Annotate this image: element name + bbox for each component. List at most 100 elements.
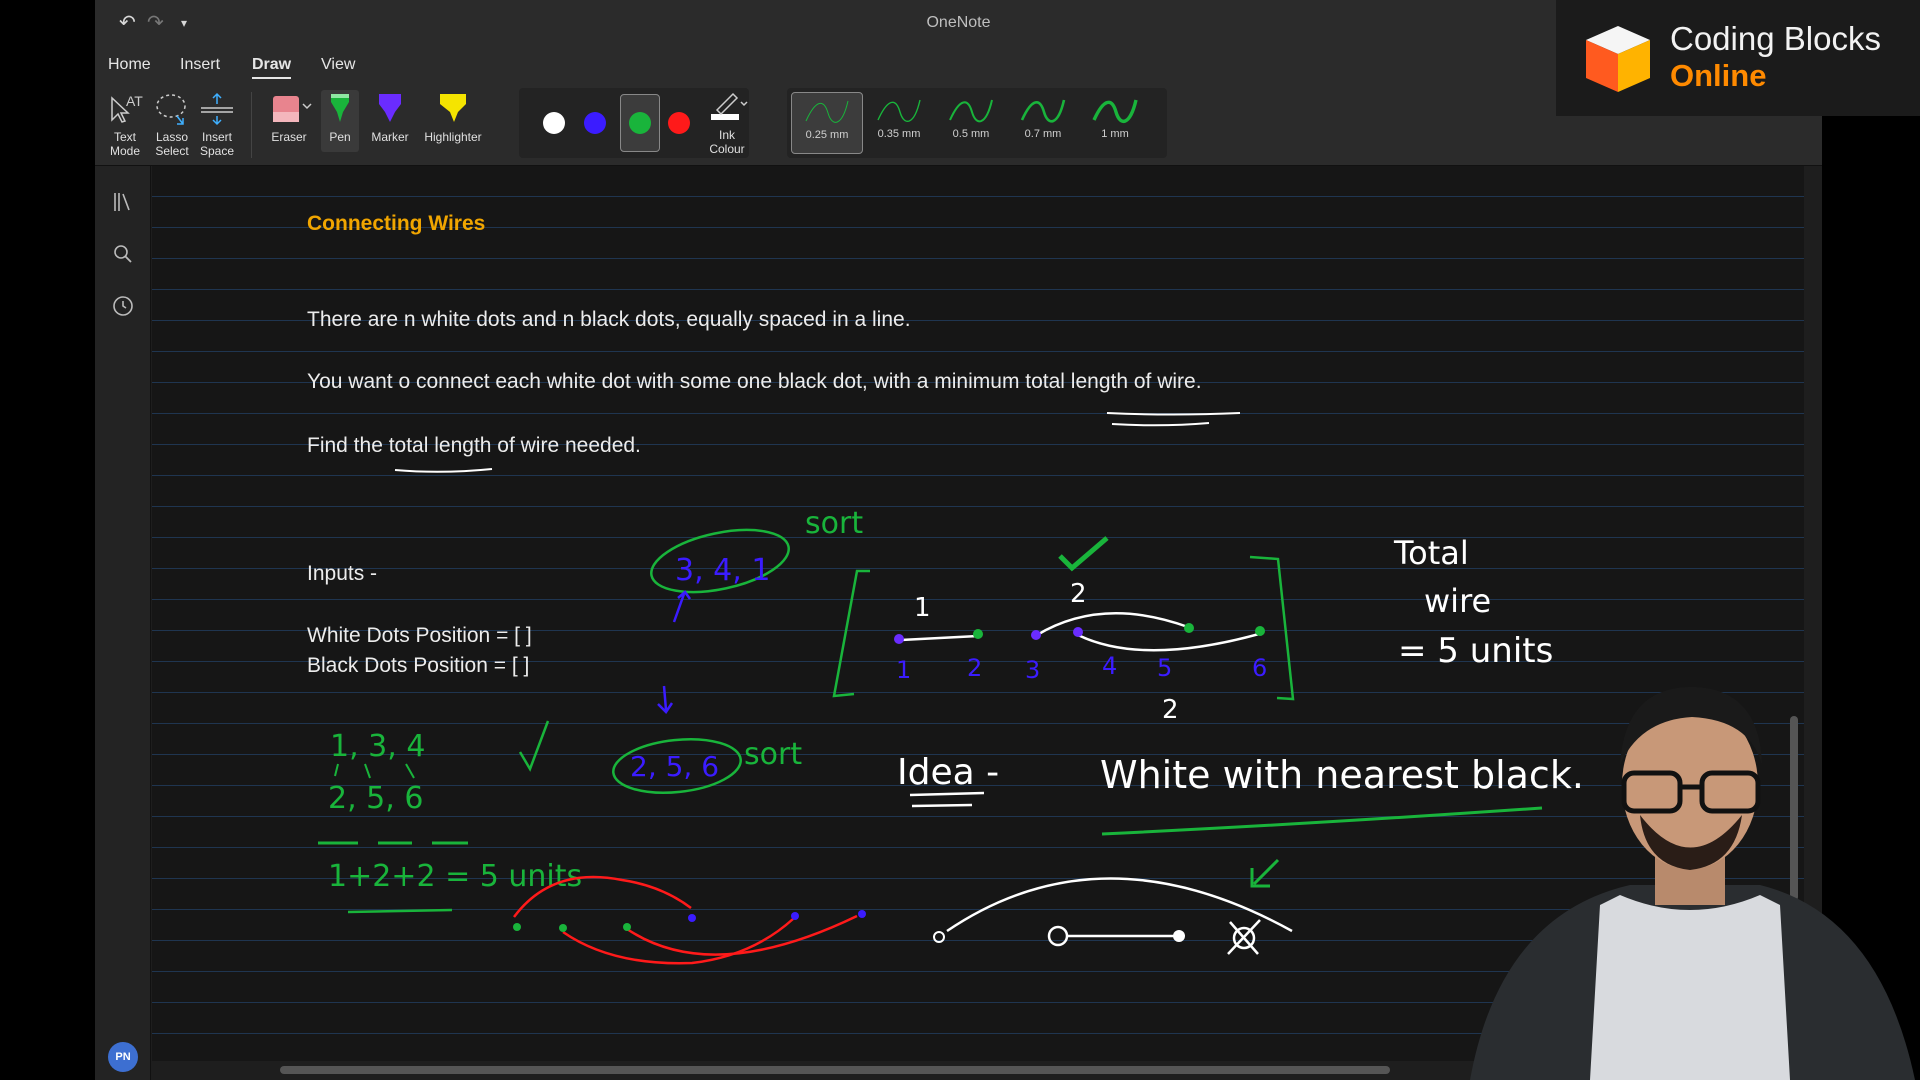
sum-underline (347, 908, 453, 914)
left-bracket (832, 569, 870, 698)
dot (858, 910, 866, 918)
dot-filled (1173, 930, 1185, 942)
wire-1 (900, 634, 979, 642)
wire-3 (1077, 632, 1260, 652)
lasso-select-button[interactable]: Lasso Select (150, 90, 194, 158)
hw-black-values: 2, 5, 6 (630, 750, 719, 783)
search-icon[interactable] (111, 242, 135, 266)
highlighter-button[interactable]: Highlighter (417, 90, 489, 144)
ribbon-divider (251, 92, 252, 158)
hw-white-values: 3, 4, 1 (675, 553, 770, 588)
lasso-label-2: Select (155, 144, 189, 158)
recent-clock-icon[interactable] (111, 294, 135, 318)
underline-minimum-total (1106, 412, 1241, 427)
marker-icon (379, 94, 401, 122)
width-label: 1 mm (1101, 128, 1129, 140)
position-label: 6 (1252, 654, 1267, 682)
stroke-preview-icon (1092, 99, 1138, 123)
stroke-preview-icon (877, 99, 921, 122)
user-avatar[interactable]: PN (108, 1042, 138, 1072)
width-label: 0.7 mm (1024, 128, 1062, 140)
insert-space-label-1: Insert (201, 130, 232, 144)
idea-label: Idea - (897, 752, 999, 793)
marker-label: Marker (371, 130, 409, 144)
colour-blue[interactable] (584, 112, 606, 134)
notebooks-icon[interactable] (111, 190, 135, 214)
text-mode-icon: AT (111, 93, 143, 123)
dot (973, 629, 983, 639)
pen-button[interactable]: Pen (321, 90, 359, 152)
dot-hollow (933, 931, 945, 943)
eraser-label: Eraser (271, 130, 307, 144)
highlighter-icon (440, 94, 466, 122)
colour-red[interactable] (668, 112, 690, 134)
position-label: 2 (967, 654, 982, 682)
highlighter-label: Highlighter (424, 130, 482, 144)
lasso-icon (156, 94, 186, 125)
tab-home[interactable]: Home (108, 56, 151, 74)
eraser-button[interactable]: Eraser (265, 90, 313, 144)
width-label: 0.5 mm (952, 128, 990, 140)
dot (1255, 626, 1265, 636)
idea-underline (909, 791, 985, 808)
red-wire-2 (562, 918, 794, 965)
stroke-preview-icon (949, 99, 993, 123)
underline-total-length (394, 468, 493, 473)
pen-icon (331, 94, 349, 122)
width-option-0-25[interactable]: 0.25 mm (791, 92, 863, 154)
dot (1031, 630, 1041, 640)
red-wire-3 (626, 914, 858, 956)
svg-text:AT: AT (126, 93, 143, 109)
lasso-label-1: Lasso (155, 130, 189, 144)
green-arrow (1250, 858, 1280, 888)
tab-view[interactable]: View (321, 56, 355, 74)
dot (623, 923, 631, 931)
position-label: 5 (1157, 654, 1172, 682)
text-mode-label-1: Text (113, 130, 136, 144)
brand-suffix: Online (1670, 58, 1767, 93)
gap-label-3: 2 (1162, 695, 1179, 725)
ink-colour-label-1: Ink (718, 128, 735, 142)
total-wire-line-1: Total (1393, 534, 1469, 572)
ink-colour-label-2: Colour (709, 142, 745, 156)
dot (513, 923, 521, 931)
dot (894, 634, 904, 644)
width-option-1[interactable]: 1 mm (1079, 92, 1151, 154)
tab-draw[interactable]: Draw (252, 56, 292, 79)
dot-hollow (1047, 925, 1069, 947)
ink-colour-palette: Ink Colour (519, 88, 749, 158)
horizontal-scrollbar[interactable] (280, 1066, 1390, 1074)
hw-sort-2: sort (744, 737, 802, 772)
insert-space-icon (201, 92, 233, 126)
green-check-2 (1058, 536, 1109, 572)
insert-space-label-2: Space (199, 144, 235, 158)
dot (1073, 627, 1083, 637)
gap-label-2: 2 (1070, 579, 1087, 609)
gap-label-1: 1 (914, 593, 931, 623)
stroke-preview-icon (1020, 99, 1066, 123)
dot (1184, 623, 1194, 633)
marker-button[interactable]: Marker (367, 90, 413, 144)
hw-sort-1: sort (805, 506, 863, 541)
width-option-0-5[interactable]: 0.5 mm (935, 92, 1007, 154)
colour-white[interactable] (543, 112, 565, 134)
navigation-rail: PN (95, 166, 151, 1080)
arrow-up (672, 590, 692, 623)
tab-insert[interactable]: Insert (180, 56, 220, 74)
insert-space-button[interactable]: Insert Space (195, 90, 239, 158)
text-mode-label-2: Mode (109, 144, 141, 158)
pen-label: Pen (329, 130, 351, 144)
green-check-1 (518, 720, 550, 772)
width-option-0-7[interactable]: 0.7 mm (1007, 92, 1079, 154)
width-option-0-35[interactable]: 0.35 mm (863, 92, 935, 154)
position-label: 3 (1025, 656, 1040, 684)
hw-sorted-black: 2, 5, 6 (328, 781, 423, 816)
wire-2 (1036, 612, 1189, 637)
ink-colour-button[interactable]: Ink Colour (705, 88, 749, 156)
text-mode-button[interactable]: AT Text Mode (105, 90, 145, 158)
position-label: 4 (1102, 652, 1117, 680)
position-label: 1 (896, 656, 911, 684)
stroke-width-picker: 0.25 mm 0.35 mm 0.5 mm 0.7 mm 1 mm (787, 88, 1167, 158)
colour-green[interactable] (629, 112, 651, 134)
dot (688, 914, 696, 922)
